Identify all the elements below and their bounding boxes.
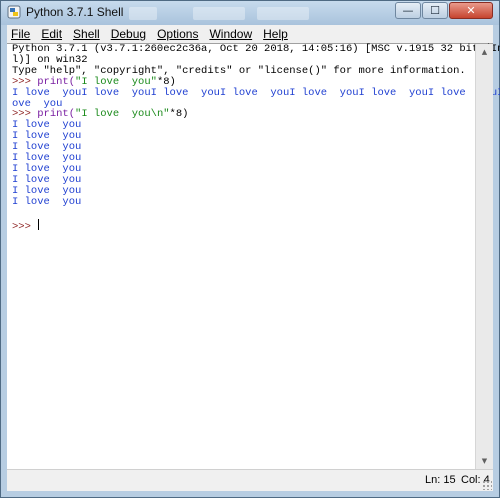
close-button[interactable]: ✕ [449,2,493,19]
line-number: Ln: 15 [425,474,456,486]
stdout-line: I love you [12,195,82,208]
shell-prompt: >>> [12,75,38,88]
stdout-line: I love youI love youI love youI love you… [12,86,500,99]
background-taskbar-ghost [193,7,245,20]
menu-bar: File Edit Shell Debug Options Window Hel… [7,25,493,43]
status-bar: Ln: 15 Col: 4 [7,469,493,491]
shell-text-area[interactable]: Python 3.7.1 (v3.7.1:260ec2c36a, Oct 20 … [7,43,500,470]
code-tail: *8) [169,108,189,121]
code-string: "I love you" [75,75,157,88]
menu-window[interactable]: Window [209,27,252,41]
resize-grip-icon[interactable] [482,480,492,490]
menu-file[interactable]: File [11,27,30,41]
menu-help[interactable]: Help [263,27,288,41]
menu-debug[interactable]: Debug [111,27,146,41]
maximize-button[interactable]: ☐ [422,2,448,19]
vertical-scrollbar[interactable]: ▲ ▼ [475,44,493,470]
menu-shell[interactable]: Shell [73,27,100,41]
python-idle-icon [7,5,21,19]
code-tail: *8) [156,75,176,88]
code-string: "I love you\n" [75,108,170,121]
active-prompt-line[interactable]: >>> [12,218,471,233]
background-taskbar-ghost [257,7,309,20]
text-cursor [38,218,40,230]
minimize-button[interactable]: — [395,2,421,19]
scroll-down-arrow-icon[interactable]: ▼ [476,453,493,470]
shell-text: Python 3.7.1 (v3.7.1:260ec2c36a, Oct 20 … [12,44,500,233]
code-builtin: print( [37,75,76,88]
command-line: >>> print("I love you"*8) [12,75,471,88]
window-title: Python 3.7.1 Shell [26,5,124,19]
idle-shell-window: Python 3.7.1 Shell — ☐ ✕ File Edit Shell… [0,0,500,498]
shell-prompt: >>> [12,220,38,233]
menu-options[interactable]: Options [157,27,198,41]
background-taskbar-ghost [129,7,157,20]
menu-edit[interactable]: Edit [41,27,62,41]
window-controls: — ☐ ✕ [394,2,493,19]
title-bar[interactable]: Python 3.7.1 Shell — ☐ ✕ [1,1,499,25]
scroll-up-arrow-icon[interactable]: ▲ [476,44,493,61]
